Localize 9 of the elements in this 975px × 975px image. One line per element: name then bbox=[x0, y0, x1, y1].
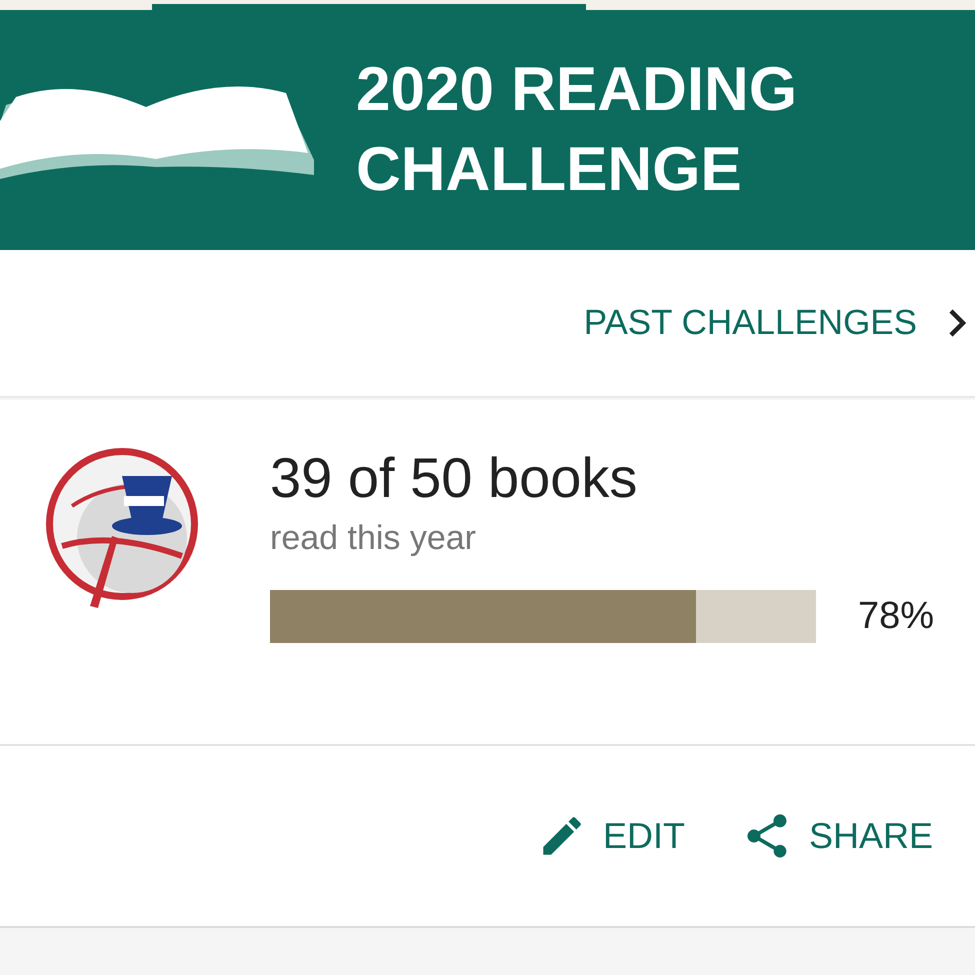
challenge-title: 2020 READING bbox=[356, 54, 798, 126]
chevron-right-icon bbox=[947, 308, 967, 338]
share-button[interactable]: SHARE bbox=[740, 809, 933, 863]
progress-percent: 78% bbox=[858, 594, 934, 639]
past-challenges-link[interactable]: PAST CHALLENGES bbox=[584, 296, 967, 350]
challenge-title: CHALLENGE bbox=[356, 134, 743, 206]
edit-button[interactable]: EDIT bbox=[536, 809, 685, 863]
books-count: 39 of 50 books bbox=[270, 446, 638, 510]
progress-caption: read this year bbox=[270, 518, 477, 559]
